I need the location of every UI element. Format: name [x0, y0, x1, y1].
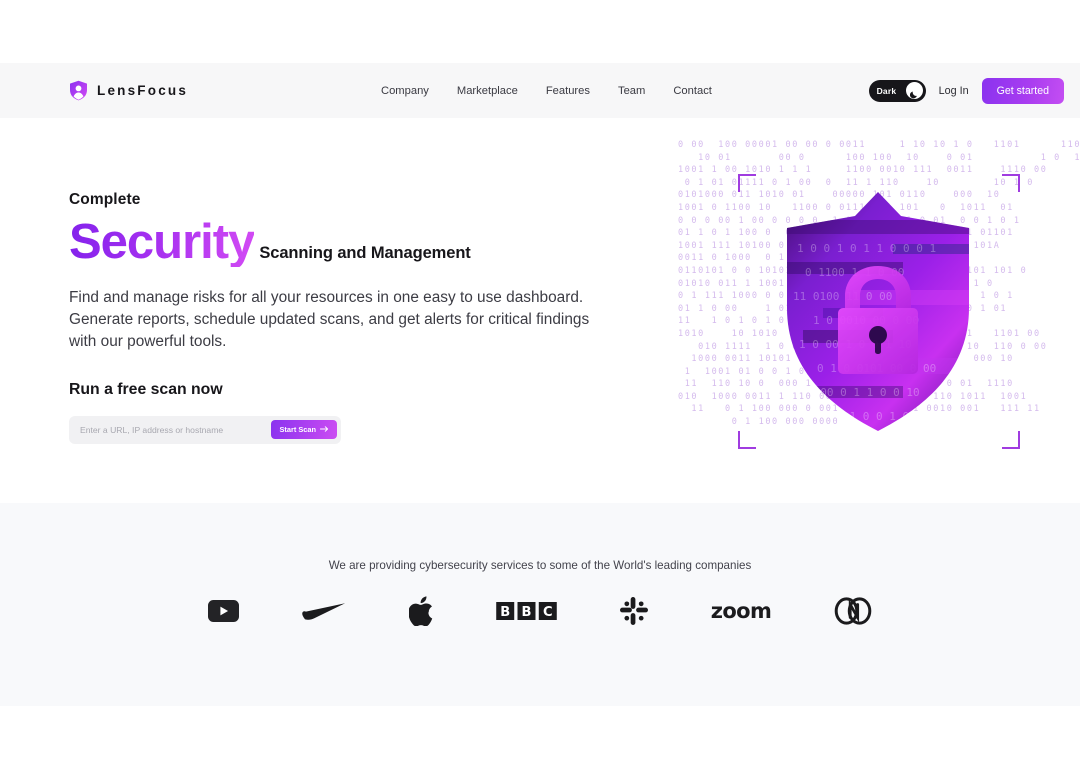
client-logos-section: We are providing cybersecurity services … — [0, 503, 1080, 706]
start-scan-button[interactable]: Start Scan — [271, 420, 337, 440]
shield-icon — [69, 80, 88, 101]
bbc-logo: B B C — [495, 593, 557, 629]
svg-text:1 00 0 1 1 0 0 10: 1 00 0 1 1 0 0 10 — [807, 386, 920, 399]
brand-logo[interactable]: LensFocus — [69, 80, 188, 101]
hero-artwork: 0 00 100 00001 00 00 0 0011 1 10 10 1 0 … — [676, 135, 1080, 483]
shield-padlock-icon: 1 0 0 1 0 1 1 0 0 0 1 0 1100 1 1 0 00 11… — [783, 190, 973, 433]
dark-mode-label: Dark — [876, 85, 897, 96]
header-actions: Dark Log In Get started — [868, 77, 1064, 104]
toggle-knob — [905, 82, 923, 99]
nav-item-team[interactable]: Team — [618, 85, 645, 97]
svg-text:C: C — [543, 605, 553, 620]
hero-description: Find and manage risks for all your resou… — [69, 289, 590, 350]
slack-logo — [619, 593, 648, 629]
nav-item-features[interactable]: Features — [546, 85, 590, 97]
hero-headline-rest: Scanning and Management — [259, 244, 471, 262]
arrow-right-icon — [319, 425, 329, 434]
nav-item-marketplace[interactable]: Marketplace — [457, 85, 518, 97]
svg-text:0 1 1 0 0 1 0: 0 1 1 0 0 1 0 — [823, 410, 909, 423]
hero-headline: Security Scanning and Management — [69, 218, 629, 267]
scan-input[interactable] — [69, 415, 272, 444]
landing-page: LensFocus Company Marketplace Features T… — [0, 0, 1080, 771]
site-header: LensFocus Company Marketplace Features T… — [0, 63, 1080, 118]
svg-text:11 0100 11 0 00: 11 0100 11 0 00 — [793, 290, 892, 303]
nav-item-company[interactable]: Company — [381, 85, 429, 97]
svg-text:1 0 0 1 0 1 1 0 0 0 1: 1 0 0 1 0 1 1 0 0 0 1 — [797, 242, 936, 255]
corner-bracket-top-left — [738, 174, 756, 192]
hero-eyebrow: Complete — [69, 191, 141, 208]
start-scan-label: Start Scan — [279, 425, 316, 435]
svg-text:B: B — [500, 605, 510, 620]
svg-text:B: B — [521, 605, 531, 620]
nav-item-contact[interactable]: Contact — [673, 85, 712, 97]
scan-section-title: Run a free scan now — [69, 380, 223, 398]
corner-bracket-top-right — [1002, 174, 1020, 192]
nike-logo — [301, 593, 346, 629]
corner-bracket-bottom-left — [738, 431, 756, 449]
zoom-wordmark: zoom — [710, 599, 772, 623]
moon-icon — [909, 86, 919, 99]
zoom-logo: zoom — [711, 593, 772, 629]
brand-name: LensFocus — [97, 83, 189, 98]
adobe-creative-cloud-logo — [834, 593, 872, 629]
dark-mode-toggle[interactable]: Dark — [868, 79, 926, 102]
hero-headline-accent: Security — [69, 215, 255, 269]
scan-form: Start Scan — [69, 415, 341, 444]
main-nav: Company Marketplace Features Team Contac… — [381, 85, 712, 97]
logos-row: B B C zoom — [0, 593, 1080, 629]
login-link[interactable]: Log In — [939, 85, 969, 97]
corner-bracket-bottom-right — [1002, 431, 1020, 449]
youtube-logo — [207, 593, 239, 629]
hero-section: Complete Security Scanning and Managemen… — [0, 118, 1080, 503]
logos-caption: We are providing cybersecurity services … — [328, 559, 752, 572]
get-started-button[interactable]: Get started — [981, 77, 1064, 104]
hero-copy: Complete Security Scanning and Managemen… — [69, 191, 629, 444]
apple-logo — [408, 593, 433, 629]
